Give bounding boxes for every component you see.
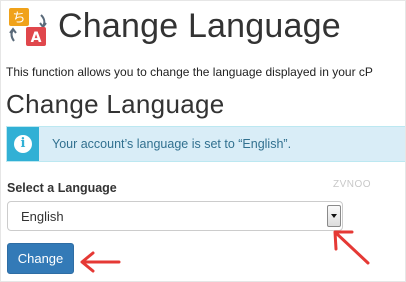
page-frame: ち A Change Language This function allows… [1,1,405,281]
change-language-icon: ち A [9,8,47,46]
annotation-arrow-to-dropdown [333,230,370,265]
info-icon: i [14,135,32,153]
section-title: Change Language [6,89,225,119]
alert-icon-strip: i [7,127,39,161]
language-select-value: English [21,209,64,224]
svg-text:ち: ち [12,11,25,26]
alert-message: Your account’s language is set to “Engli… [52,137,292,151]
language-select[interactable]: English [7,201,343,231]
annotation-arrow-to-change-button [80,251,121,273]
chevron-down-icon [331,214,337,218]
change-button[interactable]: Change [7,243,74,274]
info-alert: i Your account’s language is set to “Eng… [6,126,405,162]
dropdown-toggle-button[interactable] [327,205,341,227]
svg-text:A: A [31,30,42,46]
page-description: This function allows you to change the l… [6,65,373,79]
page-title: Change Language [58,7,341,45]
watermark: ZVNOO [333,179,372,190]
page-header: ち A Change Language [1,1,405,56]
language-select-label: Select a Language [7,181,117,195]
